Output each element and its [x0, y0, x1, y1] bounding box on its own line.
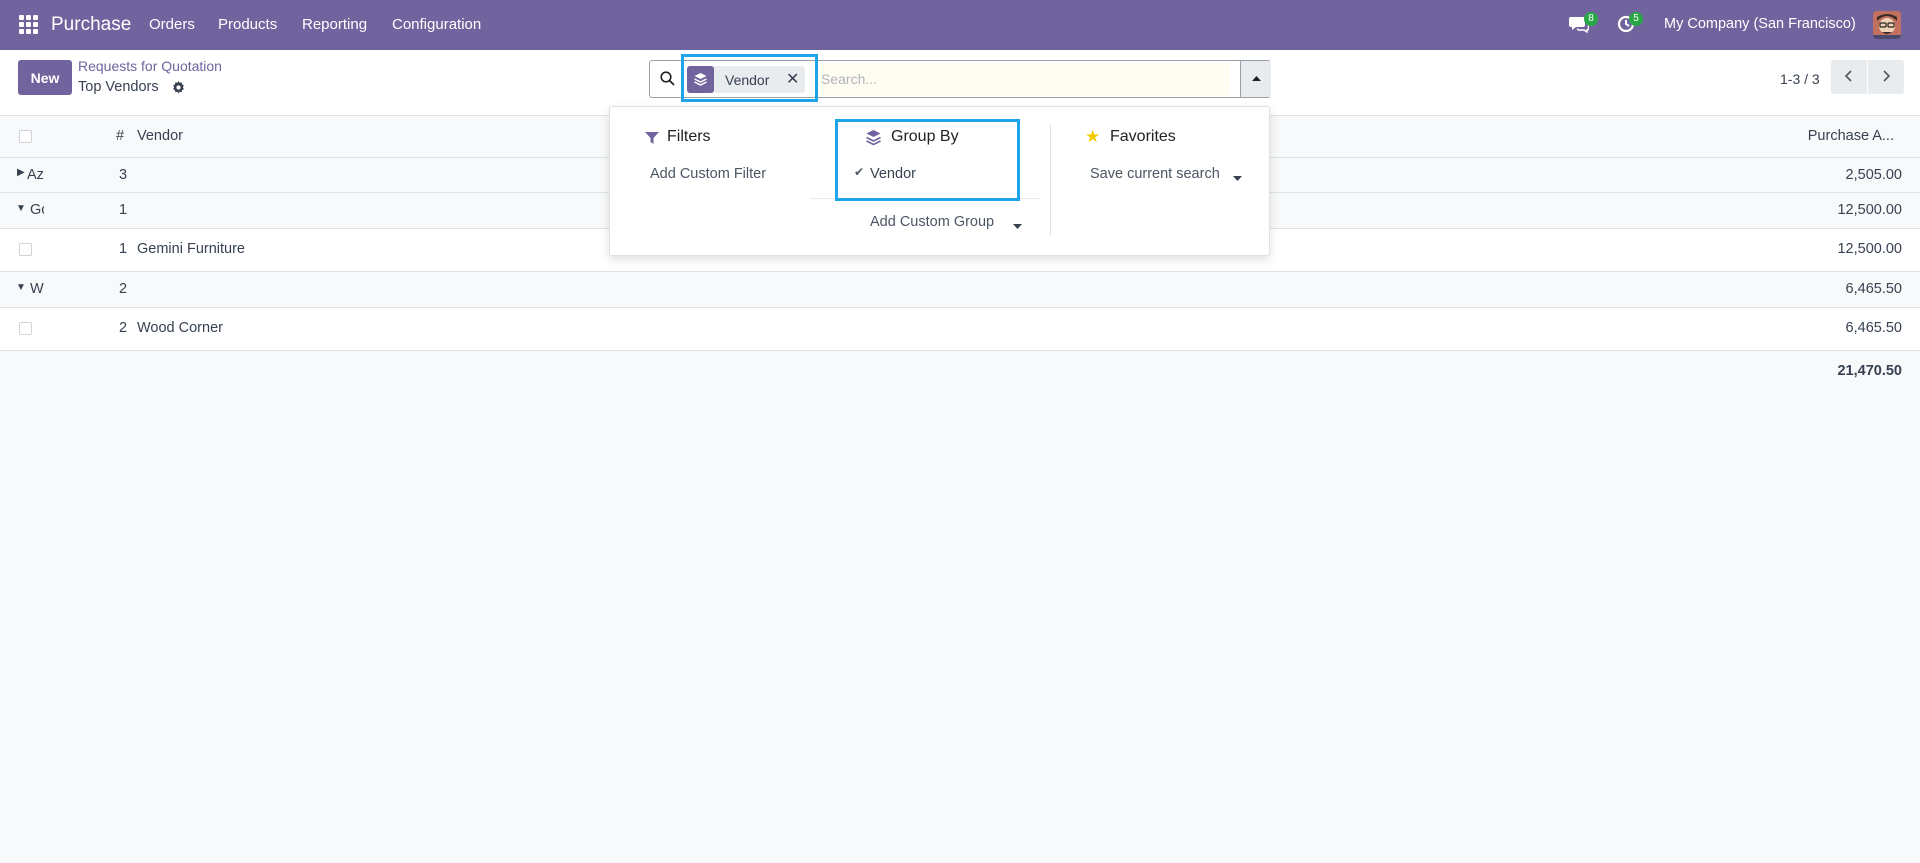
header-count[interactable]: # [116, 128, 124, 144]
row-amount: 12,500.00 [1837, 241, 1902, 257]
row-count: 1 [119, 241, 128, 257]
user-avatar[interactable] [1873, 11, 1901, 39]
group-amount: 2,505.00 [1845, 167, 1902, 183]
group-amount: 6,465.50 [1845, 281, 1902, 297]
group-amount: 12,500.00 [1837, 202, 1902, 218]
chat-count-badge: 8 [1584, 12, 1598, 26]
caret-right-icon: ▶ [17, 167, 25, 178]
row-count: 2 [119, 320, 128, 336]
apps-grid-icon[interactable] [19, 15, 38, 34]
star-icon: ★ [1085, 127, 1101, 146]
menu-configuration[interactable]: Configuration [392, 16, 481, 33]
row-vendor: Gemini Furniture [137, 241, 245, 257]
header-purchase-amount[interactable]: Purchase A... [1808, 128, 1894, 144]
row-amount: 6,465.50 [1845, 320, 1902, 336]
row-vendor: Wood Corner [137, 320, 223, 336]
group-label: W [30, 281, 44, 297]
highlight-box-groupby [835, 119, 1020, 201]
group-count: 2 [119, 281, 128, 297]
group-count: 3 [119, 167, 128, 183]
filters-title: Filters [667, 128, 711, 145]
activity-count-badge: 5 [1629, 12, 1643, 26]
pager-previous-button[interactable] [1831, 60, 1867, 94]
group-count: 1 [119, 202, 128, 218]
add-custom-group-select[interactable]: Add Custom Group [870, 214, 994, 230]
grand-total: 21,470.50 [1837, 363, 1902, 379]
company-switcher[interactable]: My Company (San Francisco) [1664, 16, 1856, 32]
pager-next-button[interactable] [1868, 60, 1904, 94]
chevron-left-icon [1844, 69, 1852, 82]
chevron-right-icon [1883, 69, 1891, 82]
caret-down-icon[interactable] [1233, 169, 1242, 185]
app-name[interactable]: Purchase [51, 14, 131, 36]
caret-down-icon: ▼ [16, 203, 26, 214]
gear-icon[interactable] [172, 81, 185, 97]
divider [1050, 125, 1051, 236]
search-options-toggle[interactable] [1240, 61, 1271, 97]
highlight-box-facet [681, 54, 818, 102]
search-icon [660, 71, 675, 89]
favorites-title: Favorites [1110, 128, 1176, 145]
pager-value[interactable]: 1-3 / 3 [1780, 71, 1820, 87]
new-button[interactable]: New [18, 60, 72, 95]
group-label: Az [27, 167, 44, 183]
save-current-search[interactable]: Save current search [1090, 166, 1220, 182]
table-row[interactable]: 2 Wood Corner 6,465.50 [0, 308, 1920, 351]
header-vendor[interactable]: Vendor [137, 128, 183, 144]
menu-reporting[interactable]: Reporting [302, 16, 367, 33]
menu-orders[interactable]: Orders [149, 16, 195, 33]
select-all-checkbox[interactable] [19, 130, 32, 143]
caret-down-icon[interactable] [1013, 217, 1022, 233]
caret-down-icon: ▼ [16, 282, 26, 293]
row-checkbox[interactable] [19, 243, 32, 256]
menu-products[interactable]: Products [218, 16, 277, 33]
row-checkbox[interactable] [19, 322, 32, 335]
group-row[interactable]: ▼ W 2 6,465.50 [0, 272, 1920, 308]
group-label: Gc [30, 202, 44, 218]
search-input[interactable] [815, 63, 1230, 95]
add-custom-filter[interactable]: Add Custom Filter [650, 166, 766, 182]
top-navbar: Purchase Orders Products Reporting Confi… [0, 0, 1920, 50]
breadcrumb-current: Top Vendors [78, 79, 159, 95]
breadcrumb-parent-link[interactable]: Requests for Quotation [78, 58, 222, 74]
filter-icon [645, 131, 659, 148]
